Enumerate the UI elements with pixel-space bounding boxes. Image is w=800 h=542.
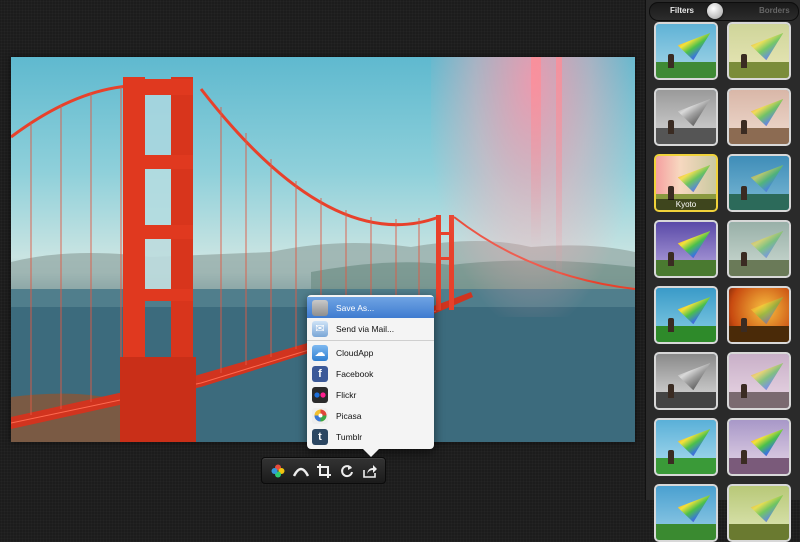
- filter-thumbnail-grid: Kyoto: [654, 22, 794, 542]
- facebook-icon: f: [312, 365, 328, 382]
- tab-filters[interactable]: Filters: [670, 6, 694, 15]
- filters-borders-toggle[interactable]: Filters Borders: [649, 2, 799, 21]
- share-icon[interactable]: [360, 461, 380, 481]
- menu-item-save-as[interactable]: Save As...: [307, 297, 434, 318]
- filter-thumbnail[interactable]: [727, 88, 791, 146]
- menu-item-flickr[interactable]: Flickr: [307, 384, 434, 405]
- filter-thumbnail[interactable]: [654, 88, 718, 146]
- save-icon: [312, 299, 328, 316]
- menu-item-send-via-mail[interactable]: ✉ Send via Mail...: [307, 318, 434, 339]
- filter-thumbnail[interactable]: [727, 286, 791, 344]
- menu-item-label: Send via Mail...: [336, 323, 395, 334]
- menu-item-label: Picasa: [336, 410, 362, 421]
- filter-thumbnail[interactable]: [727, 484, 791, 542]
- color-wheel-icon[interactable]: [268, 461, 288, 481]
- menu-item-facebook[interactable]: f Facebook: [307, 363, 434, 384]
- menu-item-label: Save As...: [336, 302, 375, 313]
- rotate-icon[interactable]: [337, 461, 357, 481]
- mail-icon: ✉: [312, 320, 328, 337]
- filter-thumbnail[interactable]: [727, 154, 791, 212]
- filter-thumbnail[interactable]: [727, 418, 791, 476]
- filter-name-label: Kyoto: [656, 199, 716, 210]
- filter-thumbnail[interactable]: [654, 418, 718, 476]
- light-streak: [556, 57, 562, 287]
- flickr-icon: [312, 386, 328, 403]
- menu-item-label: Flickr: [336, 389, 357, 400]
- menu-item-cloudapp[interactable]: ☁ CloudApp: [307, 342, 434, 363]
- menu-separator: [307, 340, 434, 341]
- menu-item-label: Facebook: [336, 368, 374, 379]
- picasa-icon: [312, 407, 328, 424]
- filter-thumbnail[interactable]: [727, 352, 791, 410]
- menu-item-picasa[interactable]: Picasa: [307, 405, 434, 426]
- filter-thumbnail[interactable]: [654, 352, 718, 410]
- tab-borders[interactable]: Borders: [759, 6, 790, 15]
- menu-item-label: CloudApp: [336, 347, 374, 358]
- filter-thumbnail-kyoto[interactable]: Kyoto: [654, 154, 718, 212]
- filters-panel: Filters Borders Kyoto: [645, 0, 800, 542]
- filter-thumbnail[interactable]: [654, 286, 718, 344]
- light-streak: [531, 57, 541, 247]
- filter-thumbnail[interactable]: [727, 220, 791, 278]
- crop-icon[interactable]: [314, 461, 334, 481]
- filter-thumbnail[interactable]: [654, 484, 718, 542]
- tumblr-icon: t: [312, 428, 328, 445]
- cloudapp-icon: ☁: [312, 344, 328, 361]
- filter-thumbnail[interactable]: [727, 22, 791, 80]
- edit-toolbar: [261, 457, 386, 484]
- toggle-knob[interactable]: [707, 3, 723, 19]
- menu-item-label: Tumblr: [336, 431, 363, 442]
- share-menu: Save As... ✉ Send via Mail... ☁ CloudApp…: [307, 295, 434, 457]
- filter-thumbnail[interactable]: [654, 22, 718, 80]
- filter-thumbnail[interactable]: [654, 220, 718, 278]
- exposure-icon[interactable]: [291, 461, 311, 481]
- menu-item-tumblr[interactable]: t Tumblr: [307, 426, 434, 447]
